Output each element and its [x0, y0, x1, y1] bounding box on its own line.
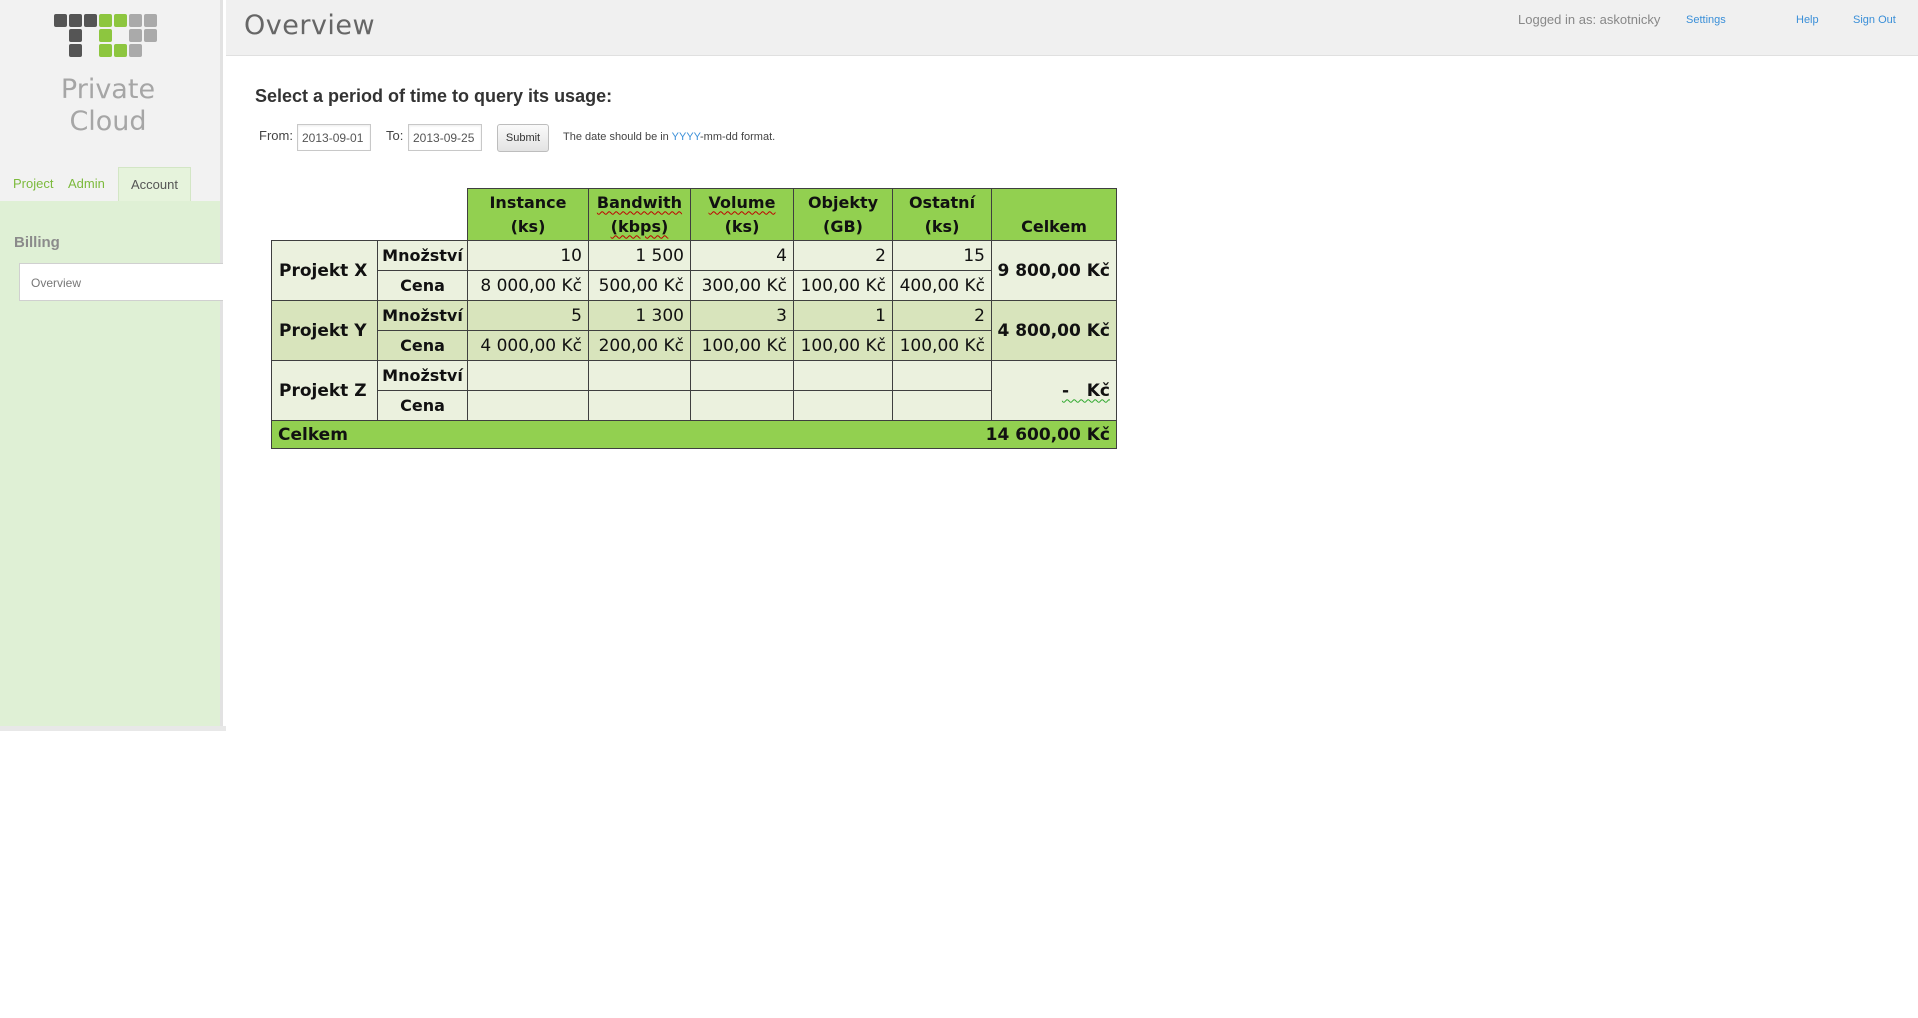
- price-cell: 100,00 Kč: [793, 270, 893, 301]
- sub-label-price: Cena: [377, 390, 468, 421]
- logged-in-text: Logged in as: askotnicky: [1518, 12, 1661, 27]
- column-header-bandwith: Bandwith (kbps): [588, 188, 691, 241]
- tab-admin[interactable]: Admin: [56, 167, 117, 201]
- price-cell: [892, 390, 992, 421]
- hint-text-pre: The date should be in: [563, 131, 672, 143]
- panel-heading-billing: Billing: [14, 234, 60, 251]
- settings-link[interactable]: Settings: [1686, 14, 1726, 26]
- price-cell: 4 000,00 Kč: [467, 330, 589, 361]
- sidebar-divider: [0, 726, 226, 731]
- quantity-cell: 2: [892, 300, 992, 331]
- date-format-hint: The date should be in YYYY-mm-dd format.: [563, 131, 775, 143]
- sub-label-price: Cena: [377, 330, 468, 361]
- price-cell: 500,00 Kč: [588, 270, 691, 301]
- price-cell: [467, 390, 589, 421]
- grand-total-value: 14 600,00 Kč: [985, 424, 1110, 445]
- column-header-unit: (kbps): [610, 216, 669, 236]
- column-header-line: Ostatní: [908, 192, 976, 212]
- quantity-cell: [690, 360, 794, 391]
- column-header-line: Volume: [708, 192, 776, 212]
- project-name-x: Projekt X: [271, 240, 378, 301]
- quantity-cell: 1: [793, 300, 893, 331]
- hint-text-yyyy: YYYY: [671, 131, 701, 143]
- project-total-y: 4 800,00 Kč: [991, 300, 1117, 361]
- quantity-cell: 1 500: [588, 240, 691, 271]
- quantity-cell: 4: [690, 240, 794, 271]
- column-header-volume: Volume (ks): [690, 188, 794, 241]
- quantity-cell: 5: [467, 300, 589, 331]
- sub-label-quantity: Množství: [377, 360, 468, 391]
- sidebar-panel: Billing Overview: [0, 201, 223, 726]
- price-cell: 300,00 Kč: [690, 270, 794, 301]
- price-cell: 8 000,00 Kč: [467, 270, 589, 301]
- grand-total-label: Celkem: [278, 424, 348, 445]
- quantity-cell: [892, 360, 992, 391]
- quantity-cell: 1 300: [588, 300, 691, 331]
- quantity-cell: 15: [892, 240, 992, 271]
- project-total-z: - Kč: [991, 360, 1117, 421]
- price-cell: [690, 390, 794, 421]
- quantity-cell: 10: [467, 240, 589, 271]
- price-cell: [793, 390, 893, 421]
- price-cell: 200,00 Kč: [588, 330, 691, 361]
- logo-text: Private Cloud: [52, 74, 164, 138]
- project-total-z-value: - Kč: [1061, 380, 1110, 401]
- price-cell: 400,00 Kč: [892, 270, 992, 301]
- quantity-cell: 3: [690, 300, 794, 331]
- query-heading: Select a period of time to query its usa…: [255, 86, 613, 106]
- sidebar-tabs: Project Admin Account: [0, 167, 220, 202]
- logo[interactable]: Private Cloud: [52, 14, 172, 164]
- project-name-z: Projekt Z: [271, 360, 378, 421]
- price-cell: 100,00 Kč: [892, 330, 992, 361]
- column-header-unit: (GB): [823, 216, 863, 236]
- column-header-line: Instance: [489, 192, 567, 212]
- column-header-celkem: Celkem: [991, 188, 1117, 241]
- column-header-unit: (ks): [924, 216, 960, 236]
- price-cell: 100,00 Kč: [793, 330, 893, 361]
- quantity-cell: [793, 360, 893, 391]
- to-label: To:: [386, 128, 404, 143]
- sidebar: Private Cloud Project Admin Account Bill…: [0, 0, 223, 729]
- column-header-unit: (ks): [724, 216, 760, 236]
- project-name-y: Projekt Y: [271, 300, 378, 361]
- header: Overview Logged in as: askotnicky Settin…: [226, 0, 1918, 56]
- help-link[interactable]: Help: [1796, 14, 1819, 26]
- sidebar-item-overview[interactable]: Overview: [19, 263, 223, 301]
- logo-line-2: Cloud: [69, 106, 147, 137]
- logo-line-1: Private: [60, 74, 156, 105]
- grand-total-row: Celkem 14 600,00 Kč: [271, 420, 1117, 449]
- quantity-cell: [588, 360, 691, 391]
- sub-label-price: Cena: [377, 270, 468, 301]
- page-title: Overview: [244, 10, 376, 41]
- sign-out-link[interactable]: Sign Out: [1853, 14, 1896, 26]
- column-header-line: Bandwith: [596, 192, 683, 212]
- project-total-x: 9 800,00 Kč: [991, 240, 1117, 301]
- sub-label-quantity: Množství: [377, 300, 468, 331]
- column-header-ostatni: Ostatní (ks): [892, 188, 992, 241]
- column-header-unit: (ks): [510, 216, 546, 236]
- from-label: From:: [259, 128, 293, 143]
- tab-account[interactable]: Account: [118, 167, 191, 201]
- hint-text-post: -mm-dd format.: [700, 131, 776, 143]
- from-date-input[interactable]: [297, 124, 371, 151]
- billing-table: Instance (ks) Bandwith (kbps) Volume (ks…: [270, 188, 1117, 456]
- price-cell: [588, 390, 691, 421]
- submit-button[interactable]: Submit: [497, 124, 549, 152]
- sub-label-quantity: Množství: [377, 240, 468, 271]
- top-nav: Logged in as: askotnicky Settings Help S…: [1518, 12, 1918, 32]
- column-header-instance: Instance (ks): [467, 188, 589, 241]
- column-header-line: Objekty: [807, 192, 879, 212]
- quantity-cell: [467, 360, 589, 391]
- logo-icon: [54, 14, 166, 60]
- column-header-objekty: Objekty (GB): [793, 188, 893, 241]
- to-date-input[interactable]: [408, 124, 482, 151]
- price-cell: 100,00 Kč: [690, 330, 794, 361]
- quantity-cell: 2: [793, 240, 893, 271]
